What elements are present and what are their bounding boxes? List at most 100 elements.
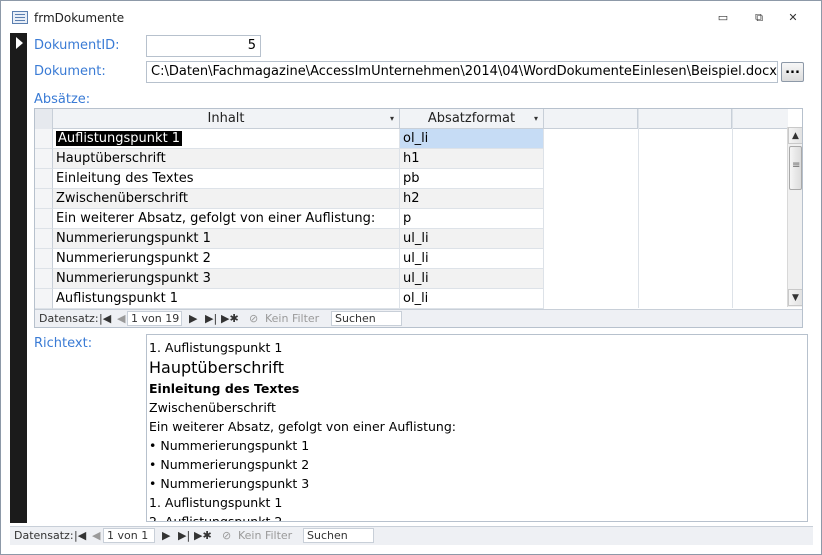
richtext-line: 1. Auflistungspunkt 1 — [149, 495, 283, 510]
filter-button[interactable]: Kein Filter — [265, 311, 319, 327]
column-header-inhalt[interactable]: Inhalt ▾ — [53, 109, 400, 129]
subform-record-navigation: Datensatz: |◀ ◀ 1 von 19 ▶ ▶| ▶✱ ⊘ Kein … — [35, 309, 802, 327]
cell-absatzformat[interactable]: ul_li — [400, 229, 544, 248]
cell-absatzformat[interactable]: ol_li — [400, 289, 544, 308]
table-row[interactable]: Nummerierungspunkt 3 ul_li — [53, 269, 544, 289]
richtext-line: Zwischenüberschrift — [149, 400, 276, 415]
richtext-field[interactable]: 1. Auflistungspunkt 1 Hauptüberschrift E… — [146, 334, 808, 522]
filter-icon: ⊘ — [249, 312, 259, 325]
row-selector[interactable] — [35, 269, 53, 289]
richtext-line: • Nummerierungspunkt 3 — [149, 476, 310, 491]
new-record-icon[interactable]: ▶✱ — [221, 311, 239, 327]
title-bar: frmDokumente ▭ ⧉ ✕ — [1, 1, 821, 33]
search-input[interactable]: Suchen — [303, 528, 374, 543]
grid-vertical-scrollbar[interactable]: ▲ ▼ — [787, 127, 802, 307]
cell-inhalt[interactable]: Nummerierungspunkt 1 — [53, 229, 400, 248]
last-record-icon[interactable]: ▶| — [205, 311, 217, 327]
form-window: frmDokumente ▭ ⧉ ✕ DokumentID: 5 Dokumen… — [0, 0, 822, 555]
record-counter-field[interactable]: 1 von 1 — [103, 528, 155, 543]
cell-inhalt[interactable]: Auflistungspunkt 1 — [53, 129, 400, 148]
scroll-up-icon[interactable]: ▲ — [788, 127, 802, 144]
form-icon — [12, 11, 28, 24]
first-record-icon[interactable]: |◀ — [74, 528, 86, 544]
first-record-icon[interactable]: |◀ — [99, 311, 111, 327]
row-selector[interactable] — [35, 189, 53, 209]
richtext-line: 2. Auflistungspunkt 2 — [149, 514, 283, 522]
table-row[interactable]: Auflistungspunkt 1 ol_li — [53, 129, 544, 149]
next-record-icon[interactable]: ▶ — [189, 311, 197, 327]
scroll-thumb[interactable] — [789, 146, 802, 190]
record-selector-bar[interactable] — [10, 33, 27, 523]
grid-header: Inhalt ▾ Absatzformat ▾ — [35, 109, 788, 129]
cell-absatzformat[interactable]: ul_li — [400, 269, 544, 288]
table-row[interactable]: Einleitung des Textes pb — [53, 169, 544, 189]
row-selector[interactable] — [35, 229, 53, 249]
table-row[interactable]: Nummerierungspunkt 1 ul_li — [53, 229, 544, 249]
column-header-absatzformat[interactable]: Absatzformat ▾ — [400, 109, 544, 129]
restore-icon[interactable]: ⧉ — [748, 10, 770, 26]
richtext-label: Richtext: — [34, 336, 93, 351]
scroll-down-icon[interactable]: ▼ — [788, 289, 802, 306]
cell-absatzformat[interactable]: p — [400, 209, 544, 228]
row-selector[interactable] — [35, 169, 53, 189]
next-record-icon[interactable]: ▶ — [162, 528, 170, 544]
richtext-line: Ein weiterer Absatz, gefolgt von einer A… — [149, 419, 456, 434]
richtext-line: Hauptüberschrift — [149, 358, 285, 377]
last-record-icon[interactable]: ▶| — [178, 528, 190, 544]
cell-inhalt[interactable]: Ein weiterer Absatz, gefolgt von einer A… — [53, 209, 400, 228]
empty-column-header — [638, 109, 732, 129]
cell-absatzformat[interactable]: h1 — [400, 149, 544, 168]
select-all-corner[interactable] — [35, 109, 53, 129]
cell-absatzformat[interactable]: ol_li — [400, 129, 544, 148]
cell-inhalt[interactable]: Nummerierungspunkt 2 — [53, 249, 400, 268]
cell-inhalt[interactable]: Hauptüberschrift — [53, 149, 400, 168]
row-selector[interactable] — [35, 209, 53, 229]
browse-button[interactable]: ... — [781, 62, 804, 82]
table-row[interactable]: Hauptüberschrift h1 — [53, 149, 544, 169]
row-selector[interactable] — [35, 289, 53, 309]
absaetze-label: Absätze: — [34, 92, 91, 107]
window-title: frmDokumente — [34, 11, 125, 25]
empty-column-header — [544, 109, 638, 129]
grid-divider — [732, 109, 733, 308]
column-header-label: Inhalt — [207, 111, 245, 126]
table-row[interactable]: Zwischenüberschrift h2 — [53, 189, 544, 209]
dokument-label: Dokument: — [34, 64, 106, 79]
minimize-icon[interactable]: ▭ — [712, 10, 734, 26]
table-row[interactable]: Nummerierungspunkt 2 ul_li — [53, 249, 544, 269]
cell-inhalt[interactable]: Nummerierungspunkt 3 — [53, 269, 400, 288]
cell-inhalt[interactable]: Einleitung des Textes — [53, 169, 400, 188]
column-dropdown-icon[interactable]: ▾ — [534, 109, 538, 128]
current-record-arrow-icon — [16, 37, 23, 49]
filter-icon: ⊘ — [222, 529, 232, 542]
nav-label: Datensatz: — [14, 529, 74, 542]
record-counter-field[interactable]: 1 von 19 — [127, 311, 182, 326]
cell-absatzformat[interactable]: ul_li — [400, 249, 544, 268]
absaetze-subform: Inhalt ▾ Absatzformat ▾ Auflistungspunkt… — [34, 108, 803, 328]
row-selector[interactable] — [35, 129, 53, 149]
column-dropdown-icon[interactable]: ▾ — [390, 109, 394, 128]
table-row[interactable]: Ein weiterer Absatz, gefolgt von einer A… — [53, 209, 544, 229]
cell-inhalt[interactable]: Zwischenüberschrift — [53, 189, 400, 208]
close-icon[interactable]: ✕ — [782, 10, 804, 26]
grid-divider — [638, 109, 639, 308]
previous-record-icon[interactable]: ◀ — [92, 528, 100, 544]
search-input[interactable]: Suchen — [331, 311, 402, 326]
nav-label: Datensatz: — [39, 312, 99, 325]
column-header-label: Absatzformat — [427, 111, 516, 126]
table-row[interactable]: Auflistungspunkt 1 ol_li — [53, 289, 544, 309]
previous-record-icon[interactable]: ◀ — [117, 311, 125, 327]
selected-text: Auflistungspunkt 1 — [56, 131, 183, 146]
dokument-path-field[interactable]: C:\Daten\Fachmagazine\AccessImUnternehme… — [146, 61, 778, 83]
cell-absatzformat[interactable]: pb — [400, 169, 544, 188]
new-record-icon[interactable]: ▶✱ — [194, 528, 212, 544]
filter-button[interactable]: Kein Filter — [238, 528, 292, 544]
main-record-navigation: Datensatz: |◀ ◀ 1 von 1 ▶ ▶| ▶✱ ⊘ Kein F… — [10, 526, 813, 545]
dokumentid-field[interactable]: 5 — [146, 35, 261, 57]
cell-inhalt[interactable]: Auflistungspunkt 1 — [53, 289, 400, 308]
dokumentid-label: DokumentID: — [34, 38, 120, 53]
row-selector[interactable] — [35, 149, 53, 169]
cell-absatzformat[interactable]: h2 — [400, 189, 544, 208]
richtext-line: Einleitung des Textes — [149, 381, 300, 396]
row-selector[interactable] — [35, 249, 53, 269]
